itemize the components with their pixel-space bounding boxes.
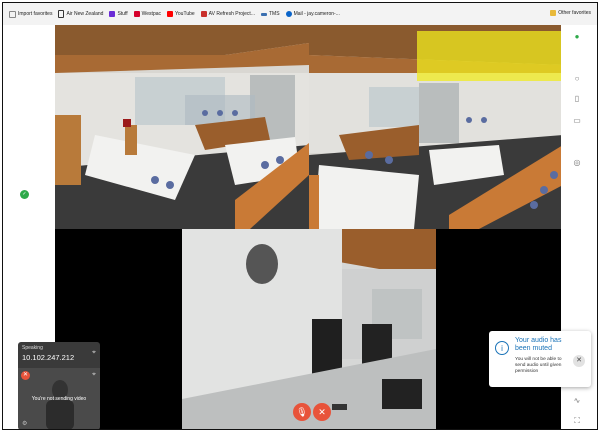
layout-icon[interactable]: ▯ <box>573 95 581 103</box>
bookmark-import-favorites[interactable]: Import favorites <box>9 10 52 18</box>
youtube-logo-icon <box>167 11 174 17</box>
status-check-icon[interactable]: ✓ <box>20 190 29 199</box>
self-settings-icon[interactable]: ⚙ <box>22 420 27 427</box>
mail-logo-icon <box>285 11 292 17</box>
bookmark-westpac[interactable]: Westpac <box>133 11 161 17</box>
pin-icon[interactable]: ⌖ <box>92 349 96 357</box>
tms-logo-icon <box>261 12 267 16</box>
bookmark-stuff[interactable]: Stuff <box>109 11 128 17</box>
self-pin-icon[interactable]: ⌖ <box>92 371 96 379</box>
not-sending-video-text: You're not sending video <box>31 396 87 402</box>
bookmark-other-favorites[interactable]: Other favorites <box>550 10 591 16</box>
bookmark-tms[interactable]: TMS <box>261 11 280 17</box>
toast-title: Your audio has been muted <box>515 337 562 352</box>
bookmarks-bar: Import favorites Air New Zealand Stuff W… <box>3 3 597 26</box>
hang-up-button[interactable]: ✕ <box>313 403 331 421</box>
fullscreen-icon[interactable]: ⛶ <box>573 417 581 425</box>
speaking-label: Speaking <box>22 345 43 351</box>
camera-tile-courtroom-left[interactable] <box>55 25 309 229</box>
browser-frame: Import favorites Air New Zealand Stuff W… <box>2 2 598 430</box>
self-view-tile[interactable]: ✕ ⌖ You're not sending video ⚙ <box>18 368 100 429</box>
participants-icon[interactable]: ● <box>573 33 581 41</box>
courtroom-left-image <box>55 25 309 229</box>
highlight-annotation <box>417 31 563 81</box>
bookmark-youtube[interactable]: YouTube <box>167 11 195 17</box>
video-stage: 🎙 ✕ <box>55 25 563 429</box>
speaker-address: 10.102.247.212 <box>22 353 75 362</box>
folder-icon <box>550 10 557 16</box>
camera-tile-courtroom-bench[interactable] <box>182 229 436 429</box>
westpac-logo-icon <box>133 11 140 17</box>
import-icon <box>9 10 16 18</box>
stuff-logo-icon <box>109 11 116 17</box>
close-icon[interactable]: ✕ <box>573 355 585 367</box>
toast-body: You will not be able to send audio until… <box>515 357 562 374</box>
courtroom-bench-image <box>182 229 436 429</box>
mic-muted-icon[interactable]: ✕ <box>21 371 30 380</box>
info-icon: i <box>495 341 509 355</box>
muted-notification: i Your audio has been muted You will not… <box>489 331 591 387</box>
av-logo-icon <box>200 11 207 17</box>
settings-icon[interactable]: ◎ <box>573 159 581 167</box>
mic-toggle-button[interactable]: 🎙 <box>293 403 311 421</box>
bookmark-mail[interactable]: Mail - jay.cameron-... <box>285 11 340 17</box>
speaking-indicator: Speaking 10.102.247.212 ⌖ <box>18 342 100 368</box>
page-icon <box>58 10 65 18</box>
bookmark-av-refresh[interactable]: AV Refresh Project... <box>200 11 255 17</box>
chat-icon[interactable]: ○ <box>573 75 581 83</box>
bookmark-air-new-zealand[interactable]: Air New Zealand <box>58 10 103 18</box>
signal-icon[interactable]: ∿ <box>573 397 581 405</box>
share-icon[interactable]: ▭ <box>573 117 581 125</box>
